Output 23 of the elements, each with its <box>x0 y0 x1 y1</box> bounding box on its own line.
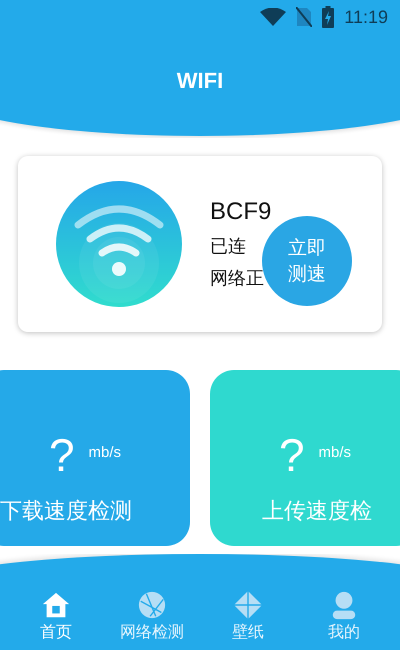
speed-value: ? <box>278 432 305 478</box>
diamond-icon <box>233 590 263 620</box>
download-card[interactable]: ? mb/s 下载速度检测 <box>0 370 190 546</box>
network-health: 网络正 <box>210 267 265 290</box>
nav-tab[interactable]: 首页 <box>13 590 99 642</box>
battery-charging-icon <box>322 6 334 28</box>
status-time: 11:19 <box>344 6 388 28</box>
connection-status: 已连 <box>210 235 247 258</box>
no-sim-icon <box>296 7 312 27</box>
nav-tab[interactable]: 网络检测 <box>109 590 195 642</box>
speed-value: ? <box>48 432 75 478</box>
speed-unit: mb/s <box>88 444 122 461</box>
speed-unit: mb/s <box>318 444 352 461</box>
speed-test-label: 上传速度检 <box>261 498 372 526</box>
app-title: WIFI <box>176 68 224 94</box>
nav-tab[interactable]: 壁纸 <box>205 590 291 642</box>
wifi-icon <box>260 8 286 26</box>
home-icon <box>41 590 71 620</box>
speed-test-label: 下载速度检测 <box>0 498 132 526</box>
nav-tab[interactable]: 我的 <box>301 590 387 642</box>
globe-icon <box>137 590 167 620</box>
wifi-icon <box>56 181 182 307</box>
upload-card[interactable]: ? mb/s 上传速度检 <box>210 370 400 546</box>
